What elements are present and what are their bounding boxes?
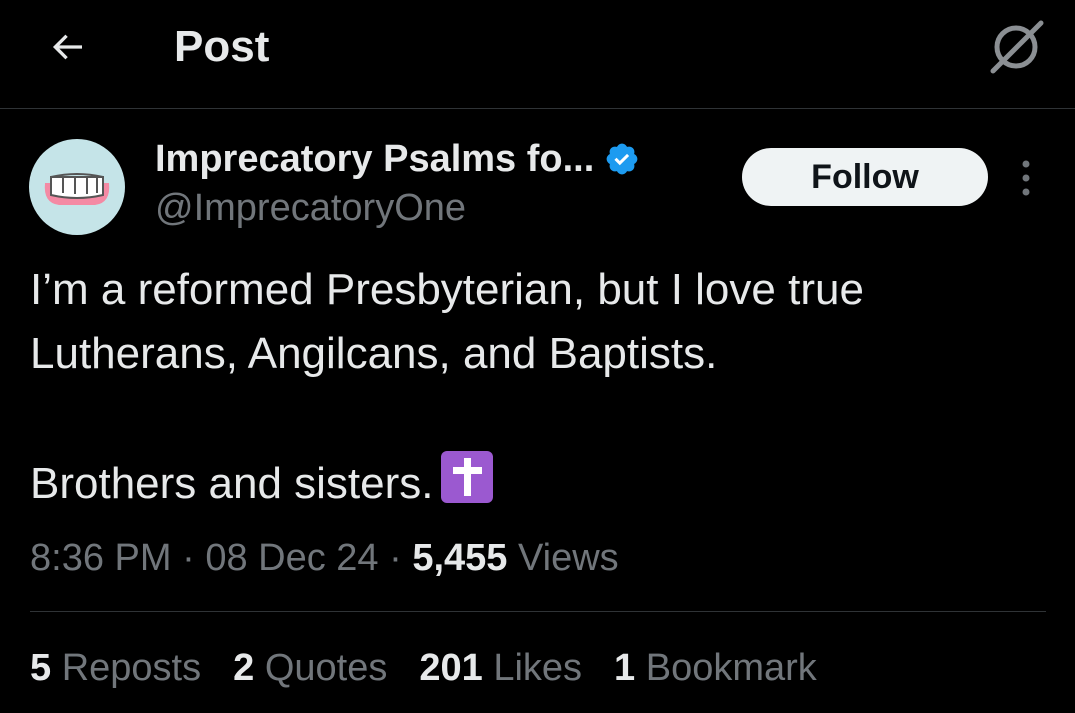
tweet-time[interactable]: 8:36 PM [30,537,172,579]
meta-separator: · [389,537,402,579]
quotes-label: Quotes [264,647,388,689]
bookmarks-label: Bookmark [645,647,817,689]
bookmarks-count: 1 [614,647,636,689]
reposts-count: 5 [30,647,52,689]
likes-label: Likes [493,647,583,689]
quotes-count: 2 [233,647,255,689]
author-handle[interactable]: @ImprecatoryOne [155,187,466,230]
teeth-avatar-icon [44,173,110,205]
tweet-meta: 8:36 PM · 08 Dec 24 · 5,455 Views [30,532,619,584]
likes-count: 201 [419,647,483,689]
tweet-text-paragraph-2: Brothers and sisters. [30,450,1050,516]
author-display-name[interactable]: Imprecatory Psalms fo... [155,138,594,181]
tweet-date[interactable]: 08 Dec 24 [205,537,378,579]
page-title: Post [174,22,270,71]
views-label: Views [517,537,619,579]
views-count: 5,455 [412,537,508,579]
likes-stat[interactable]: 201 Likes [419,642,582,694]
follow-button[interactable]: Follow [742,148,988,206]
tweet-text-paragraph-1: I’m a reformed Presbyterian, but I love … [30,265,864,378]
top-bar: Post [0,0,1075,109]
bookmarks-stat[interactable]: 1 Bookmark [614,642,817,694]
more-vertical-icon [1022,160,1030,196]
more-options-button[interactable] [1008,152,1044,204]
divider [30,611,1046,612]
tweet-body: I’m a reformed Presbyterian, but I love … [30,258,1050,516]
reposts-label: Reposts [61,647,202,689]
back-button[interactable] [40,20,94,74]
avatar[interactable] [29,139,125,235]
reposts-stat[interactable]: 5 Reposts [30,642,201,694]
author-name-row[interactable]: Imprecatory Psalms fo... [155,136,640,182]
meta-separator: · [182,537,195,579]
arrow-left-icon [52,34,82,60]
grok-button[interactable] [984,18,1048,76]
tweet-text-line-2: Brothers and sisters. [30,459,434,508]
quotes-stat[interactable]: 2 Quotes [233,642,387,694]
grok-icon [990,20,1044,74]
verified-badge-icon [604,141,640,177]
latin-cross-emoji-icon [440,450,494,504]
engagement-stats: 5 Reposts 2 Quotes 201 Likes 1 Bookmark [30,642,849,694]
